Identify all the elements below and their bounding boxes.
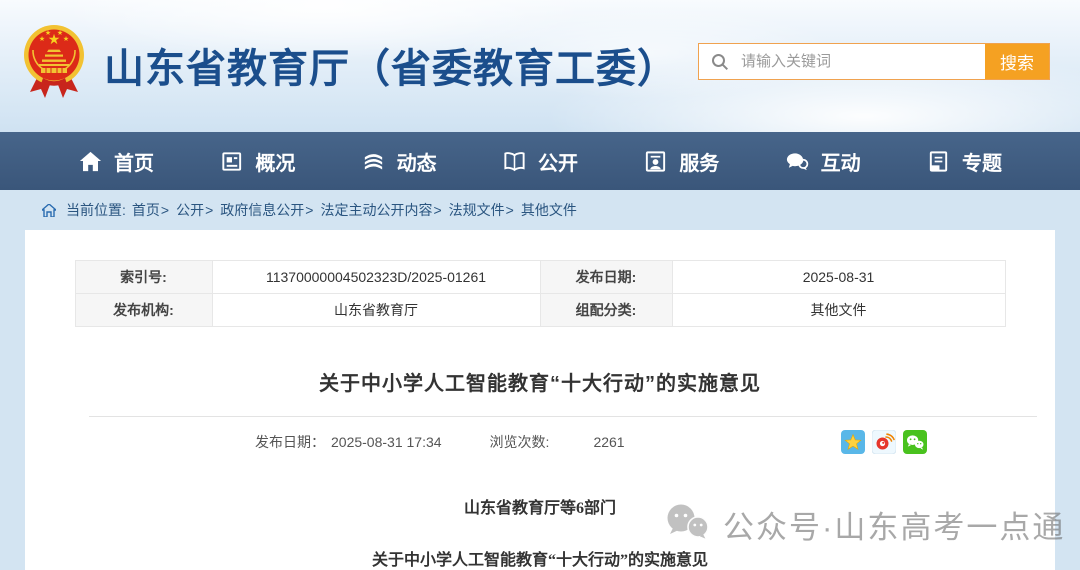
article-body-line: 山东省教育厅等6部门 [25, 494, 1055, 518]
issuing-agency-value: 山东省教育厅 [212, 294, 540, 327]
index-number-label: 索引号: [75, 261, 212, 294]
news-stack-icon [361, 149, 386, 174]
search-input[interactable] [741, 44, 985, 79]
publish-date-value: 2025-08-31 [672, 261, 1005, 294]
nav-item-interaction[interactable]: 互动 [785, 147, 861, 176]
china-national-emblem-icon: ★ ★ ★ ★ ★ [22, 22, 86, 102]
category-label: 组配分类: [540, 294, 672, 327]
breadcrumb-proactive-disclosure[interactable]: 法定主动公开内容 [320, 200, 432, 220]
home-icon [78, 149, 103, 174]
nav-item-disclosure[interactable]: 公开 [502, 147, 578, 176]
breadcrumb-other-docs[interactable]: 其他文件 [521, 200, 577, 220]
svg-text:★: ★ [63, 35, 69, 43]
qzone-share-icon[interactable] [841, 430, 865, 454]
category-value: 其他文件 [672, 294, 1005, 327]
search-button[interactable]: 搜索 [985, 44, 1049, 79]
page: ★ ★ ★ ★ ★ 山东省教育厅（省委教育工委） [0, 0, 1080, 570]
site-header: ★ ★ ★ ★ ★ 山东省教育厅（省委教育工委） [0, 0, 1080, 132]
article-title: 关于中小学人工智能教育“十大行动”的实施意见 [25, 367, 1055, 396]
table-row: 发布机构: 山东省教育厅 组配分类: 其他文件 [75, 294, 1005, 327]
service-person-icon [643, 149, 668, 174]
weibo-share-icon[interactable] [872, 430, 896, 454]
article-body-line: 关于中小学人工智能教育“十大行动”的实施意见 [25, 546, 1055, 570]
open-book-icon [502, 149, 527, 174]
svg-text:★: ★ [45, 29, 51, 37]
article-meta-row: 发布日期： 2025-08-31 17:34 浏览次数: 2261 [255, 426, 927, 458]
wechat-share-icon[interactable] [903, 430, 927, 454]
breadcrumb-disclosure[interactable]: 公开 [176, 200, 204, 220]
breadcrumb-home[interactable]: 首页 [132, 200, 160, 220]
share-buttons [841, 430, 927, 454]
main-navigation: 首页 概况 动态 [0, 132, 1080, 190]
meta-publish-date-label: 发布日期： [255, 432, 325, 452]
site-title[interactable]: 山东省教育厅（省委教育工委） [104, 36, 678, 94]
issuing-agency-label: 发布机构: [75, 294, 212, 327]
breadcrumb-prefix: 当前位置: [66, 200, 126, 220]
publish-date-label: 发布日期: [540, 261, 672, 294]
divider [89, 416, 1037, 417]
nav-item-overview[interactable]: 概况 [219, 147, 295, 176]
nav-item-service[interactable]: 服务 [643, 147, 719, 176]
search-box: 搜索 [698, 43, 1050, 80]
breadcrumb: 当前位置: 首页 > 公开 > 政府信息公开 > 法定主动公开内容 > 法规文件… [0, 190, 1080, 230]
content-card: 索引号: 11370000004502323D/2025-01261 发布日期:… [25, 230, 1055, 570]
breadcrumb-legal-docs[interactable]: 法规文件 [449, 200, 505, 220]
breadcrumb-gov-info[interactable]: 政府信息公开 [220, 200, 304, 220]
chat-bubbles-icon [785, 149, 810, 174]
meta-views-value: 2261 [593, 434, 624, 450]
search-icon [699, 44, 741, 79]
topics-doc-icon [926, 149, 951, 174]
index-number-value: 11370000004502323D/2025-01261 [212, 261, 540, 294]
nav-item-home[interactable]: 首页 [78, 147, 154, 176]
meta-publish-date-value: 2025-08-31 17:34 [331, 434, 442, 450]
overview-icon [219, 149, 244, 174]
home-small-icon [42, 204, 56, 217]
document-info-table: 索引号: 11370000004502323D/2025-01261 发布日期:… [75, 260, 1006, 327]
table-row: 索引号: 11370000004502323D/2025-01261 发布日期:… [75, 261, 1005, 294]
nav-item-news[interactable]: 动态 [361, 147, 437, 176]
nav-item-topics[interactable]: 专题 [926, 147, 1002, 176]
meta-views-label: 浏览次数: [490, 432, 550, 452]
